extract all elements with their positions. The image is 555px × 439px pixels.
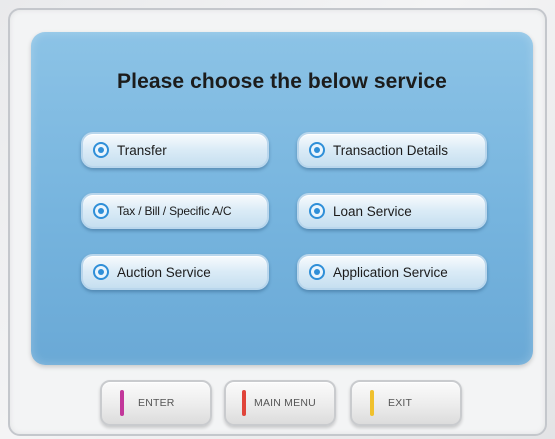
exit-color-bar (370, 390, 374, 416)
auction-service-button[interactable]: Auction Service (81, 254, 269, 290)
page-title: Please choose the below service (117, 70, 447, 93)
radio-icon (93, 142, 109, 158)
enter-button[interactable]: ENTER (100, 380, 212, 426)
radio-icon (309, 264, 325, 280)
transfer-button[interactable]: Transfer (81, 132, 269, 168)
radio-icon (93, 264, 109, 280)
main-menu-color-bar (242, 390, 246, 416)
radio-icon (309, 142, 325, 158)
main-menu-label: MAIN MENU (254, 397, 316, 409)
enter-color-bar (120, 390, 124, 416)
transaction-details-label: Transaction Details (333, 142, 449, 158)
application-service-button[interactable]: Application Service (297, 254, 487, 290)
application-service-label: Application Service (333, 264, 448, 280)
main-menu-button[interactable]: MAIN MENU (224, 380, 336, 426)
transfer-label: Transfer (117, 142, 167, 158)
loan-service-button[interactable]: Loan Service (297, 193, 487, 229)
auction-service-label: Auction Service (117, 264, 211, 280)
enter-label: ENTER (138, 397, 175, 409)
exit-label: EXIT (388, 397, 413, 409)
tax-bill-specific-ac-button[interactable]: Tax / Bill / Specific A/C (81, 193, 269, 229)
tax-bill-specific-ac-label: Tax / Bill / Specific A/C (117, 204, 232, 218)
service-panel: Please choose the below service Transfer… (31, 32, 533, 365)
radio-icon (93, 203, 109, 219)
exit-button[interactable]: EXIT (350, 380, 462, 426)
transaction-details-button[interactable]: Transaction Details (297, 132, 487, 168)
radio-icon (309, 203, 325, 219)
loan-service-label: Loan Service (333, 203, 412, 219)
